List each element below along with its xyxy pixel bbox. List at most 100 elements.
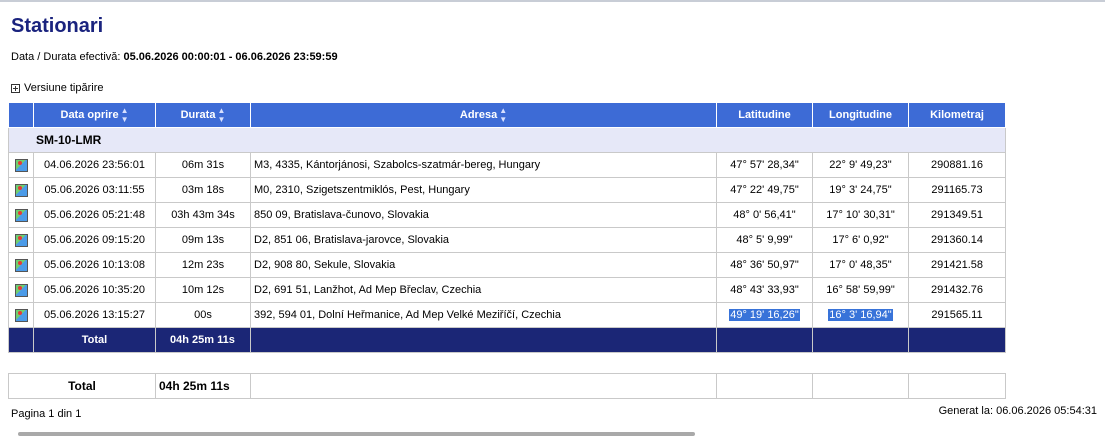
duration-label: Data / Durata efectivă: [11, 51, 121, 63]
stop-date: 05.06.2026 10:35:20 [33, 277, 156, 303]
stop-longitude: 22° 9' 49,23" [812, 152, 909, 178]
stop-km: 291565.11 [908, 302, 1006, 328]
stop-address: D2, 908 80, Sekule, Slovakia [250, 252, 717, 278]
stop-duration: 03m 18s [155, 177, 251, 203]
top-border [0, 0, 1105, 2]
map-icon-cell [8, 252, 34, 278]
stop-latitude: 47° 22' 49,75" [716, 177, 813, 203]
duration-value: 05.06.2026 00:00:01 - 06.06.2026 23:59:5… [123, 51, 338, 63]
column-date-label: Data oprire [60, 108, 119, 121]
map-icon-cell [8, 202, 34, 228]
stop-duration: 10m 12s [155, 277, 251, 303]
stop-km: 291349.51 [908, 202, 1006, 228]
horizontal-scrollbar[interactable] [18, 432, 695, 436]
sort-icon[interactable]: ▲ ▼ [217, 106, 225, 124]
column-duration-label: Durata [180, 108, 216, 121]
icon-column-header [8, 102, 34, 128]
stop-date: 05.06.2026 03:11:55 [33, 177, 156, 203]
stop-longitude: 16° 3' 16,94" [812, 302, 909, 328]
stop-address: D2, 851 06, Bratislava-jarovce, Slovakia [250, 227, 717, 253]
column-header-date[interactable]: Data oprire ▲ ▼ [33, 102, 156, 128]
stop-duration: 06m 31s [155, 152, 251, 178]
pagination-text: Pagina 1 din 1 [11, 408, 82, 420]
stop-date: 05.06.2026 13:15:27 [33, 302, 156, 328]
generated-at-text: Generat la: 06.06.2026 05:54:31 [938, 405, 1097, 417]
map-icon[interactable] [14, 283, 28, 297]
stop-duration: 03h 43m 34s [155, 202, 251, 228]
stop-km: 291421.58 [908, 252, 1006, 278]
vehicle-total-row: Total 04h 25m 11s [8, 327, 1006, 353]
column-header-km: Kilometraj [908, 102, 1006, 128]
column-header-address[interactable]: Adresa ▲ ▼ [250, 102, 717, 128]
column-header-longitude: Longitudine [812, 102, 909, 128]
table-row: 05.06.2026 03:11:55 03m 18s M0, 2310, Sz… [8, 177, 1006, 203]
table-row: 04.06.2026 23:56:01 06m 31s M3, 4335, Ká… [8, 152, 1006, 178]
stop-longitude: 17° 6' 0,92" [812, 227, 909, 253]
print-version-label[interactable]: Versiune tipărire [24, 82, 104, 94]
stop-latitude: 48° 43' 33,93" [716, 277, 813, 303]
grand-total-label: Total [8, 373, 156, 399]
vehicle-id: SM-10-LMR [8, 127, 1006, 153]
sort-icon[interactable]: ▲ ▼ [499, 106, 507, 124]
total-value: 04h 25m 11s [155, 327, 251, 353]
map-icon[interactable] [14, 183, 28, 197]
stop-longitude: 19° 3' 24,75" [812, 177, 909, 203]
stop-address: M0, 2310, Szigetszentmiklós, Pest, Hunga… [250, 177, 717, 203]
stop-date: 05.06.2026 05:21:48 [33, 202, 156, 228]
stop-km: 290881.16 [908, 152, 1006, 178]
column-address-label: Adresa [459, 108, 498, 121]
map-icon[interactable] [14, 158, 28, 172]
stop-address: 392, 594 01, Dolní Heřmanice, Ad Mep Vel… [250, 302, 717, 328]
map-icon-cell [8, 277, 34, 303]
stop-address: M3, 4335, Kántorjánosi, Szabolcs-szatmár… [250, 152, 717, 178]
grand-total-value: 04h 25m 11s [155, 373, 251, 399]
expand-plus-icon[interactable] [11, 83, 20, 93]
stop-km: 291432.76 [908, 277, 1006, 303]
stop-address: 850 09, Bratislava-čunovo, Slovakia [250, 202, 717, 228]
stop-latitude: 48° 36' 50,97" [716, 252, 813, 278]
stop-address: D2, 691 51, Lanžhot, Ad Mep Břeclav, Cze… [250, 277, 717, 303]
total-label: Total [33, 327, 156, 353]
table-row: 05.06.2026 10:35:20 10m 12s D2, 691 51, … [8, 277, 1006, 303]
sort-icon[interactable]: ▲ ▼ [121, 106, 129, 124]
print-version-link[interactable]: Versiune tipărire [11, 82, 104, 94]
selected-longitude: 16° 3' 16,94" [828, 309, 893, 321]
map-icon[interactable] [14, 233, 28, 247]
stop-date: 05.06.2026 09:15:20 [33, 227, 156, 253]
stop-longitude: 16° 58' 59,99" [812, 277, 909, 303]
stop-duration: 12m 23s [155, 252, 251, 278]
grand-total-table: Total 04h 25m 11s [8, 373, 1006, 399]
stop-latitude: 48° 0' 56,41" [716, 202, 813, 228]
map-icon-cell [8, 302, 34, 328]
stop-duration: 09m 13s [155, 227, 251, 253]
column-header-duration[interactable]: Durata ▲ ▼ [155, 102, 251, 128]
stop-latitude: 47° 57' 28,34" [716, 152, 813, 178]
table-row: 05.06.2026 05:21:48 03h 43m 34s 850 09, … [8, 202, 1006, 228]
map-icon[interactable] [14, 258, 28, 272]
table-header: Data oprire ▲ ▼ Durata ▲ ▼ Adresa ▲ ▼ Latitudi… [8, 102, 1006, 128]
stop-km: 291360.14 [908, 227, 1006, 253]
stop-duration: 00s [155, 302, 251, 328]
stop-latitude: 48° 5' 9,99" [716, 227, 813, 253]
selected-latitude: 49° 19' 16,26" [729, 309, 800, 321]
stop-latitude: 49° 19' 16,26" [716, 302, 813, 328]
grand-total-row: Total 04h 25m 11s [8, 373, 1006, 399]
table-row: 05.06.2026 09:15:20 09m 13s D2, 851 06, … [8, 227, 1006, 253]
page-title: Stationari [11, 15, 104, 37]
duration-line: Data / Durata efectivă: 05.06.2026 00:00… [11, 51, 338, 63]
vehicle-row: SM-10-LMR [8, 127, 1006, 153]
stops-table: SM-10-LMR Data oprire ▲ ▼ Durata ▲ ▼ Adresa ▲… [8, 102, 1006, 353]
map-icon-cell [8, 227, 34, 253]
map-icon[interactable] [14, 208, 28, 222]
stop-date: 04.06.2026 23:56:01 [33, 152, 156, 178]
stop-longitude: 17° 0' 48,35" [812, 252, 909, 278]
stop-longitude: 17° 10' 30,31" [812, 202, 909, 228]
table-row: 05.06.2026 10:13:08 12m 23s D2, 908 80, … [8, 252, 1006, 278]
column-header-latitude: Latitudine [716, 102, 813, 128]
stop-km: 291165.73 [908, 177, 1006, 203]
table-row: 05.06.2026 13:15:27 00s 392, 594 01, Dol… [8, 302, 1006, 328]
stop-date: 05.06.2026 10:13:08 [33, 252, 156, 278]
map-icon-cell [8, 177, 34, 203]
map-icon-cell [8, 152, 34, 178]
map-icon[interactable] [14, 308, 28, 322]
